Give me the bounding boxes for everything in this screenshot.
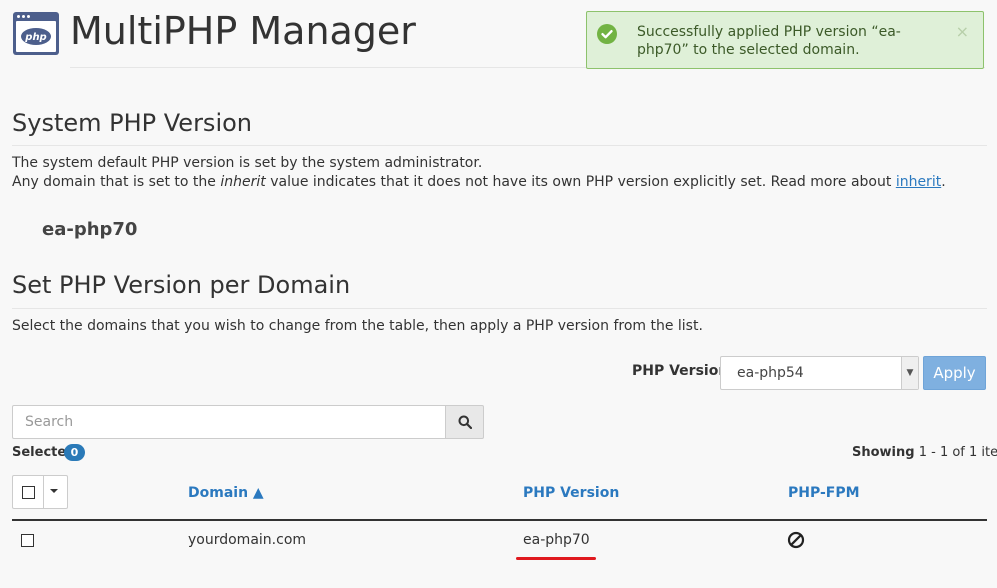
alert-message: Successfully applied PHP version “ea-php… (637, 24, 901, 58)
set-php-version-heading: Set PHP Version per Domain (12, 271, 351, 299)
system-php-version-value: ea-php70 (42, 219, 138, 240)
close-alert-button[interactable]: × (956, 23, 969, 41)
php-version-label: PHP Version (632, 363, 729, 379)
apply-button[interactable]: Apply (923, 356, 986, 390)
row-checkbox[interactable] (21, 534, 34, 547)
search-button[interactable] (445, 405, 484, 439)
select-all-control (12, 475, 68, 509)
column-header-domain[interactable]: Domain ▲ (188, 485, 264, 501)
column-header-php-fpm[interactable]: PHP-FPM (788, 485, 860, 501)
divider (43, 476, 44, 508)
set-php-description: Select the domains that you wish to chan… (12, 318, 703, 334)
search-box[interactable] (12, 405, 446, 439)
section-divider (12, 308, 987, 309)
selected-count-badge: 0 (64, 444, 85, 461)
system-description-line-1: The system default PHP version is set by… (12, 155, 483, 171)
check-circle-icon (597, 24, 617, 44)
success-alert: Successfully applied PHP version “ea-php… (586, 11, 984, 69)
inherit-link[interactable]: inherit (896, 174, 941, 190)
multiphp-app-icon: php (12, 11, 60, 56)
php-version-selected-value: ea-php54 (737, 365, 804, 381)
inherit-emphasis: inherit (220, 174, 266, 190)
showing-range: 1 - 1 of 1 items (918, 445, 997, 460)
showing-label: Showing (852, 445, 915, 460)
text-fragment: Any domain that is set to the (12, 174, 221, 190)
system-php-version-heading: System PHP Version (12, 109, 252, 137)
row-php-version: ea-php70 (523, 532, 590, 548)
row-domain: yourdomain.com (188, 532, 307, 548)
pagination-summary: Showing 1 - 1 of 1 items (852, 445, 997, 460)
page-title: MultiPHP Manager (70, 9, 416, 53)
system-php-description: The system default PHP version is set by… (12, 154, 946, 192)
app-icon-label: php (24, 32, 46, 43)
ban-icon (787, 531, 805, 553)
highlight-underline (516, 557, 596, 560)
caret-down-icon[interactable] (50, 489, 58, 493)
search-input[interactable] (13, 406, 445, 438)
search-icon (458, 415, 472, 429)
section-divider (12, 145, 987, 146)
chevron-down-icon[interactable]: ▼ (901, 357, 918, 389)
text-fragment: . (941, 174, 946, 190)
system-description-line-2: Any domain that is set to the inherit va… (12, 173, 946, 192)
table-header-divider (12, 519, 987, 521)
text-fragment: value indicates that it does not have it… (265, 174, 896, 190)
php-version-select[interactable]: ea-php54 ▼ (720, 356, 919, 390)
column-header-php-version[interactable]: PHP Version (523, 485, 619, 501)
select-all-checkbox[interactable] (22, 486, 35, 499)
